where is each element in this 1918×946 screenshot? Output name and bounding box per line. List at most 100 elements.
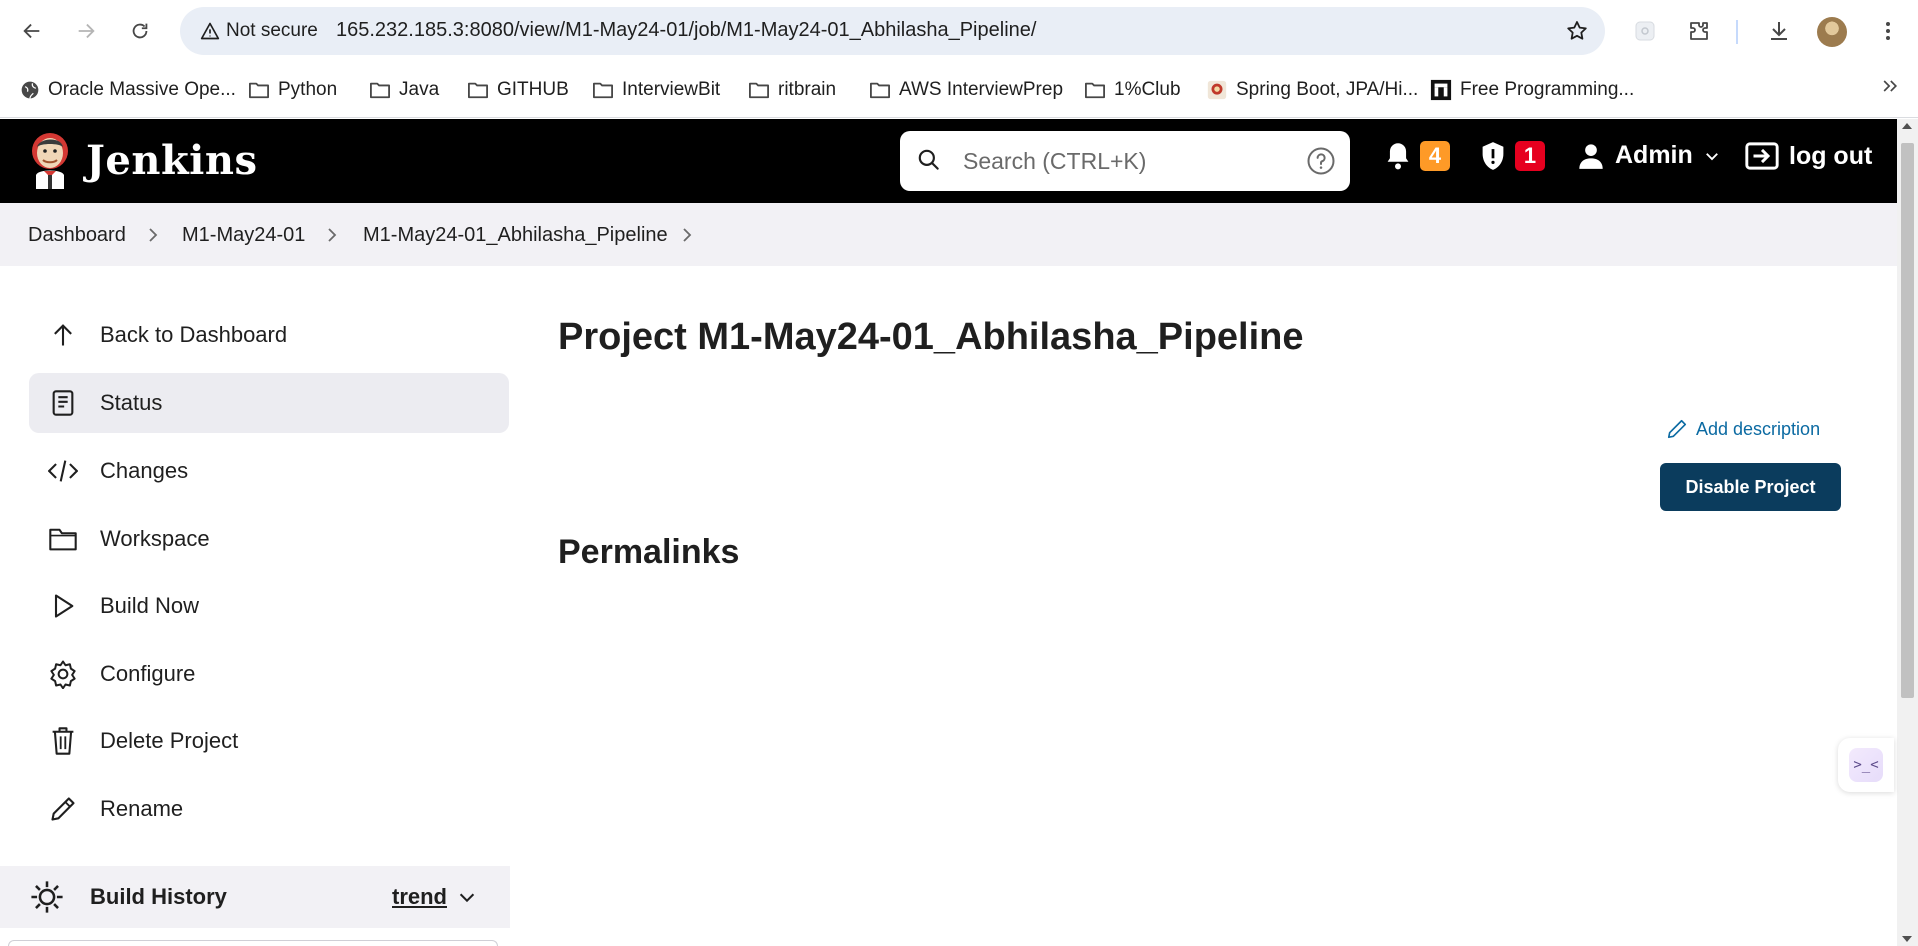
help-icon[interactable] xyxy=(1306,146,1336,181)
bookmark-folder[interactable]: InterviewBit xyxy=(592,75,720,105)
warning-icon xyxy=(200,22,220,40)
breadcrumb-item-job[interactable]: M1-May24-01_Abhilasha_Pipeline xyxy=(363,224,668,247)
sidebar-item-status[interactable]: Status xyxy=(29,373,509,433)
folder-icon xyxy=(1084,82,1105,99)
bookmark-folder[interactable]: AWS InterviewPrep xyxy=(869,75,1063,105)
trash-icon xyxy=(47,725,79,757)
sidebar-item-rename[interactable]: Rename xyxy=(29,779,509,839)
search-placeholder[interactable]: Search (CTRL+K) xyxy=(963,148,1146,175)
downloads-button[interactable] xyxy=(1761,13,1797,49)
bookmarks-overflow-button[interactable] xyxy=(1880,76,1900,101)
notifications-button[interactable]: 4 xyxy=(1384,141,1450,171)
play-icon xyxy=(47,590,79,622)
bookmark-label: Spring Boot, JPA/Hi... xyxy=(1236,79,1419,100)
bookmark-label: 1%Club xyxy=(1114,79,1181,100)
disable-project-button[interactable]: Disable Project xyxy=(1660,463,1841,511)
user-menu-button[interactable]: Admin xyxy=(1577,141,1721,170)
globe-icon xyxy=(21,81,39,99)
gear-icon xyxy=(47,658,79,690)
profile-avatar[interactable] xyxy=(1817,17,1847,47)
site-favicon-icon xyxy=(1207,80,1227,100)
security-label: Not secure xyxy=(226,20,318,41)
sidebar-item-delete-project[interactable]: Delete Project xyxy=(29,711,509,771)
sidebar-item-back-to-dashboard[interactable]: Back to Dashboard xyxy=(29,305,509,365)
scroll-up-arrow-icon[interactable] xyxy=(1902,123,1912,129)
bookmark-star-button[interactable] xyxy=(1565,19,1589,48)
bookmark-folder[interactable]: 1%Club xyxy=(1084,75,1181,105)
browser-toolbar: Not secure 165.232.185.3:8080/view/M1-Ma… xyxy=(0,0,1918,62)
extension-button[interactable] xyxy=(1627,13,1663,49)
build-history-panel xyxy=(8,940,498,946)
download-icon xyxy=(1771,22,1787,40)
chevron-right-icon[interactable] xyxy=(325,227,339,248)
user-name: Admin xyxy=(1615,141,1693,169)
jenkins-home-link[interactable]: Jenkins xyxy=(28,131,257,189)
breadcrumb: Dashboard M1-May24-01 M1-May24-01_Abhila… xyxy=(0,203,1897,266)
scroll-down-arrow-icon[interactable] xyxy=(1902,936,1912,942)
toolbar-separator xyxy=(1736,20,1738,44)
floating-assistant-button[interactable]: >_< xyxy=(1838,738,1894,792)
site-info-chip[interactable]: Not secure xyxy=(192,17,326,45)
folder-icon xyxy=(249,82,270,99)
logout-label: log out xyxy=(1789,141,1873,170)
user-icon xyxy=(1579,143,1603,169)
sidebar-item-build-now[interactable]: Build Now xyxy=(29,576,509,636)
page-scrollbar[interactable] xyxy=(1897,119,1918,946)
forward-arrow-icon xyxy=(78,23,95,39)
pencil-icon xyxy=(1667,419,1687,439)
chevron-right-icon[interactable] xyxy=(146,227,160,248)
logout-button[interactable]: log out xyxy=(1745,141,1872,171)
jenkins-butler-icon xyxy=(32,133,68,189)
back-button[interactable] xyxy=(14,13,50,49)
pencil-icon xyxy=(47,793,79,825)
notifications-badge: 4 xyxy=(1420,141,1450,171)
search-icon xyxy=(916,147,942,178)
folder-icon xyxy=(47,523,79,555)
bookmark-folder[interactable]: ritbrain xyxy=(748,75,836,105)
add-description-label: Add description xyxy=(1696,418,1821,439)
extension-tile-icon xyxy=(1635,21,1655,41)
arrow-up-icon xyxy=(47,319,79,351)
add-description-link[interactable]: Add description xyxy=(1666,418,1820,440)
bookmarks-bar: Oracle Massive Ope... Python Java GITHUB… xyxy=(0,62,1918,118)
breadcrumb-item-view[interactable]: M1-May24-01 xyxy=(182,224,305,247)
star-icon xyxy=(1567,21,1587,40)
search-box[interactable]: Search (CTRL+K) xyxy=(900,131,1350,191)
address-bar[interactable]: Not secure 165.232.185.3:8080/view/M1-Ma… xyxy=(180,7,1605,55)
chevron-down-icon[interactable] xyxy=(456,886,478,913)
security-alerts-button[interactable]: 1 xyxy=(1479,141,1545,171)
browser-menu-button[interactable] xyxy=(1870,13,1906,49)
sidebar-item-changes[interactable]: Changes xyxy=(29,441,509,501)
sidebar-item-configure[interactable]: Configure xyxy=(29,644,509,704)
assistant-icon: >_< xyxy=(1849,748,1883,782)
extensions-button[interactable] xyxy=(1681,13,1717,49)
page-title: Project M1-May24-01_Abhilasha_Pipeline xyxy=(558,316,1304,358)
sidebar-item-label: Build Now xyxy=(100,593,200,618)
code-icon xyxy=(47,455,79,487)
folder-icon xyxy=(369,82,390,99)
bookmark-label: ritbrain xyxy=(778,79,837,100)
build-history-trend-link[interactable]: trend xyxy=(392,884,447,910)
chevron-right-icon[interactable] xyxy=(680,227,694,248)
back-arrow-icon xyxy=(23,23,40,39)
bookmark-item[interactable]: Oracle Massive Ope... xyxy=(20,75,236,105)
sidebar-item-label: Status xyxy=(100,390,163,415)
bookmark-folder[interactable]: Python xyxy=(248,75,337,105)
url-text[interactable]: 165.232.185.3:8080/view/M1-May24-01/job/… xyxy=(336,19,1036,42)
sidebar-item-label: Workspace xyxy=(100,526,210,551)
bookmark-label: InterviewBit xyxy=(622,79,721,100)
scrollbar-thumb[interactable] xyxy=(1901,143,1914,698)
puzzle-icon xyxy=(1690,22,1708,40)
forward-button[interactable] xyxy=(68,13,104,49)
reload-button[interactable] xyxy=(122,13,158,49)
bookmark-label: GITHUB xyxy=(497,79,569,100)
sidebar-item-workspace[interactable]: Workspace xyxy=(29,509,509,569)
bookmark-item[interactable]: Spring Boot, JPA/Hi... xyxy=(1206,75,1418,105)
breadcrumb-item-dashboard[interactable]: Dashboard xyxy=(28,224,126,247)
document-icon xyxy=(47,387,79,419)
bookmark-item[interactable]: Free Programming... xyxy=(1430,75,1634,105)
bookmark-folder[interactable]: GITHUB xyxy=(467,75,569,105)
build-history-title: Build History xyxy=(90,884,227,909)
bookmark-folder[interactable]: Java xyxy=(369,75,439,105)
jenkins-header: Jenkins Search (CTRL+K) 4 1 Admin log ou… xyxy=(0,119,1897,203)
